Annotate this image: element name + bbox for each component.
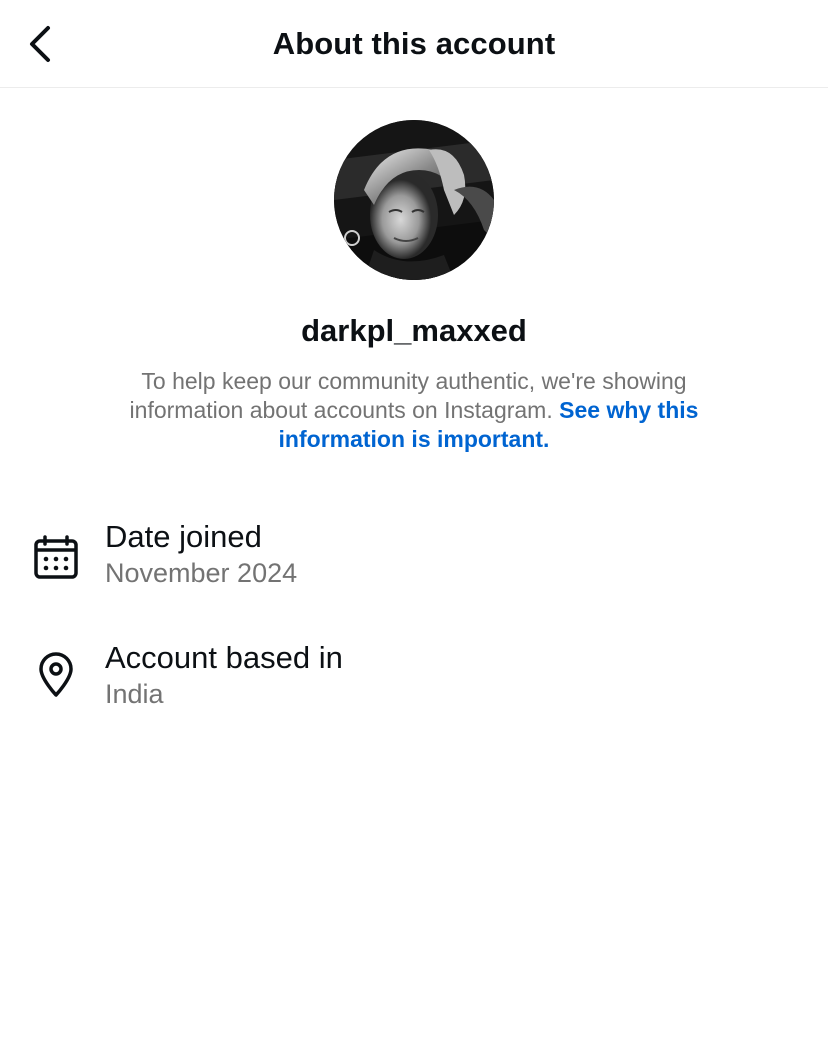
- detail-label: Date joined: [105, 519, 262, 554]
- top-bar: About this account: [0, 0, 828, 88]
- detail-row-date-joined: Date joined November 2024: [0, 512, 828, 602]
- page-title: About this account: [272, 26, 556, 61]
- detail-value: India: [105, 679, 164, 709]
- detail-row-account-based-in: Account based in India: [0, 633, 828, 723]
- detail-value: November 2024: [105, 558, 298, 588]
- calendar-icon: [30, 532, 82, 584]
- location-pin-icon: [30, 649, 82, 701]
- detail-label: Account based in: [105, 640, 343, 675]
- avatar-photo: [334, 120, 494, 280]
- avatar: [334, 120, 494, 280]
- info-description: To help keep our community authentic, we…: [84, 367, 744, 454]
- username: darkpl_maxxed: [301, 313, 527, 348]
